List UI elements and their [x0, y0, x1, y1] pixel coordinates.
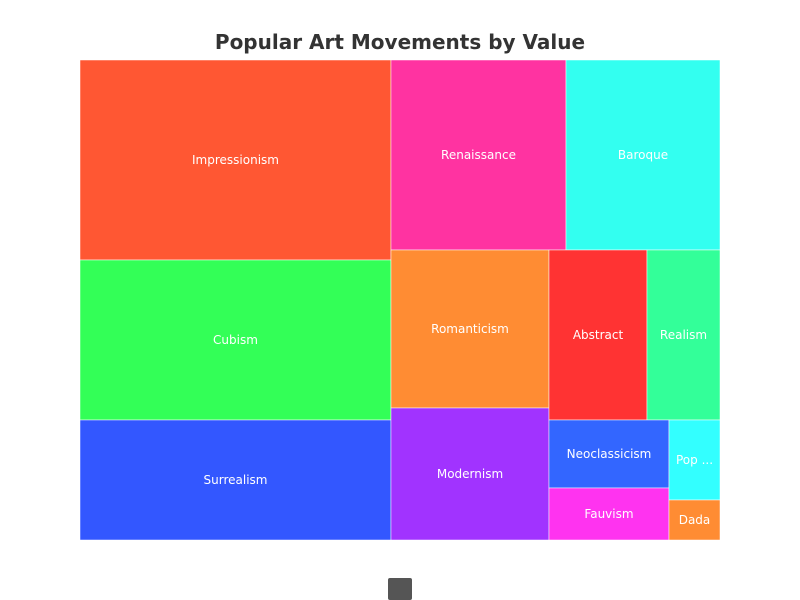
- treemap-tile-abstract[interactable]: Abstract: [548, 249, 648, 421]
- legend-swatch[interactable]: [388, 578, 412, 600]
- treemap-tile-dada[interactable]: Dada: [668, 499, 721, 541]
- treemap-tile-label: Fauvism: [584, 507, 633, 521]
- treemap-tile-romanticism[interactable]: Romanticism: [390, 249, 550, 409]
- treemap-tile-neoclassicism[interactable]: Neoclassicism: [548, 419, 670, 489]
- treemap-tile-modernism[interactable]: Modernism: [390, 407, 550, 541]
- treemap-tile-label: Realism: [660, 328, 707, 342]
- treemap-tile-label: Dada: [679, 513, 711, 527]
- treemap-tile-pop-art[interactable]: Pop ...: [668, 419, 721, 501]
- treemap-tile-fauvism[interactable]: Fauvism: [548, 487, 670, 541]
- treemap-tile-label: Neoclassicism: [567, 447, 652, 461]
- treemap-tile-label: Baroque: [618, 148, 668, 162]
- treemap-chart: Impressionism Cubism Surrealism Renaissance…: [79, 59, 721, 541]
- treemap-tile-label: Modernism: [437, 467, 503, 481]
- treemap-tile-impressionism[interactable]: Impressionism: [79, 59, 392, 261]
- treemap-tile-realism[interactable]: Realism: [646, 249, 721, 421]
- treemap-tile-label: Romanticism: [431, 322, 509, 336]
- treemap-tile-label: Pop ...: [676, 453, 713, 467]
- chart-page: Popular Art Movements by Value Impressio…: [0, 0, 800, 600]
- treemap-tile-label: Renaissance: [441, 148, 516, 162]
- treemap-tile-label: Cubism: [213, 333, 258, 347]
- treemap-tile-label: Impressionism: [192, 153, 279, 167]
- treemap-tile-surrealism[interactable]: Surrealism: [79, 419, 392, 541]
- treemap-tile-baroque[interactable]: Baroque: [565, 59, 721, 251]
- treemap-tile-cubism[interactable]: Cubism: [79, 259, 392, 421]
- treemap-tile-label: Surrealism: [204, 473, 268, 487]
- treemap-tile-label: Abstract: [573, 328, 624, 342]
- treemap-tile-renaissance[interactable]: Renaissance: [390, 59, 567, 251]
